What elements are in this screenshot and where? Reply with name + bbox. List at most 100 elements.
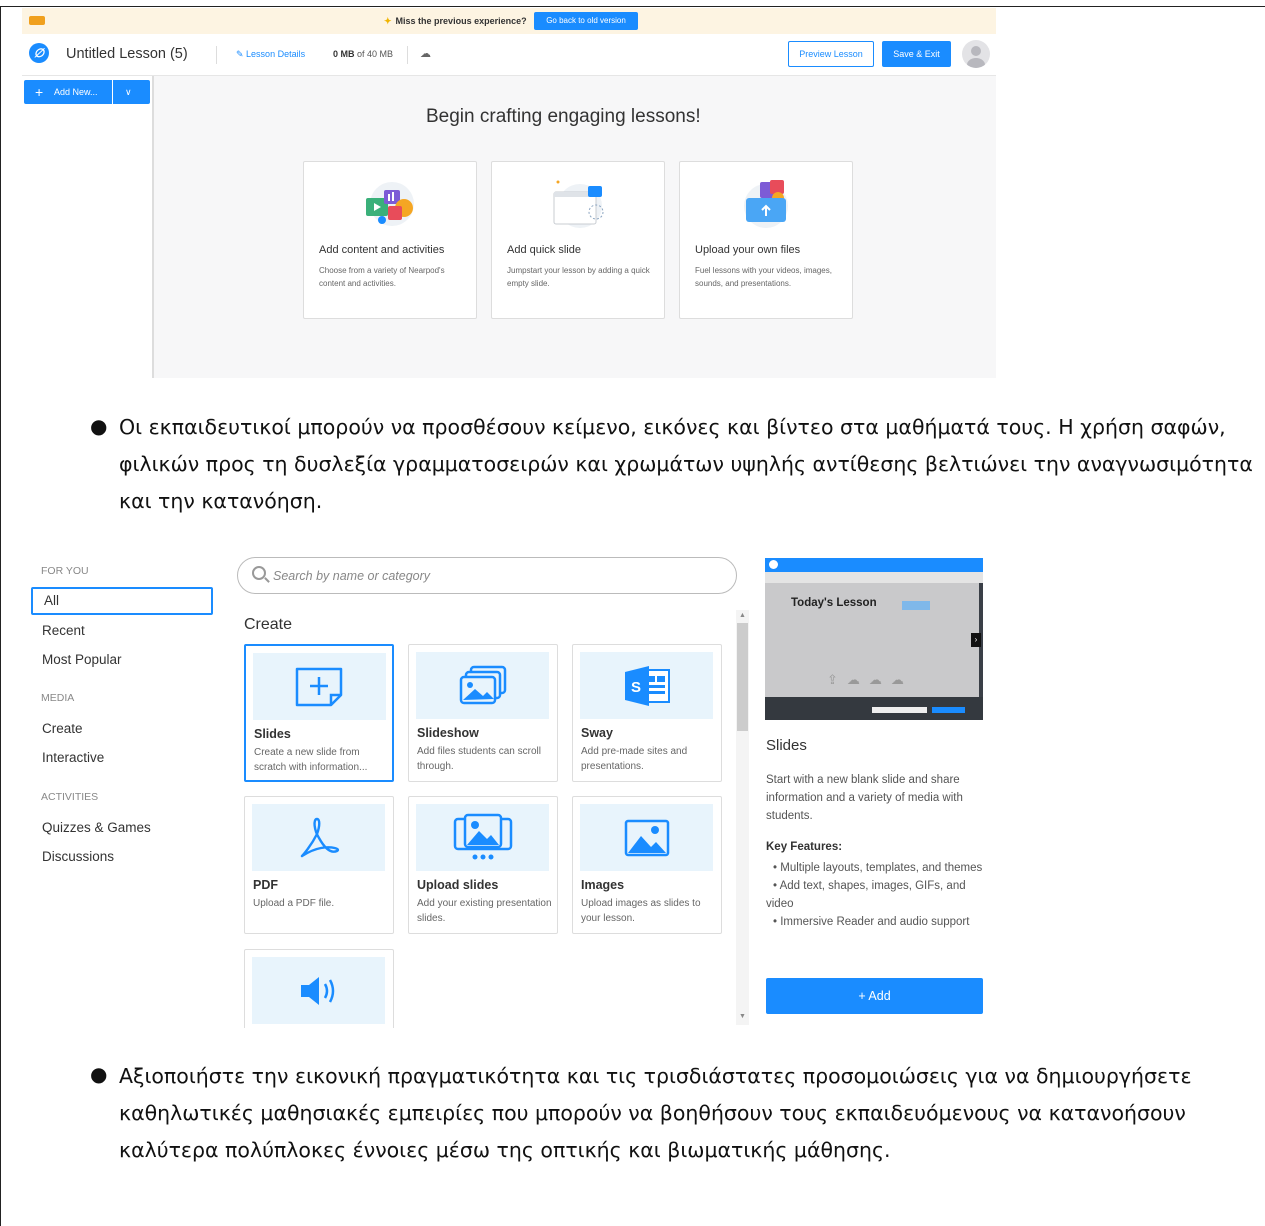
lesson-title[interactable]: Untitled Lesson (5) [66, 46, 188, 62]
tile-thumbnail [253, 653, 386, 720]
tile-title: PDF [253, 878, 278, 892]
preview-lesson-button[interactable]: Preview Lesson [788, 41, 874, 67]
preview-upload-icons: ⇪☁☁☁ [827, 672, 913, 687]
section-heading: Create [244, 616, 293, 633]
tile-title: Upload slides [417, 878, 499, 892]
key-features-list: Multiple layouts, templates, and themes … [766, 859, 986, 931]
preview-toolbar [765, 572, 983, 583]
for-you-heading: FOR YOU [41, 565, 89, 577]
beta-badge [29, 16, 45, 25]
tile-description: Create a new slide from scratch with inf… [254, 747, 368, 773]
scroll-up-arrow-icon[interactable]: ▲ [739, 612, 746, 619]
tile-title: Slides [254, 727, 291, 741]
search-input[interactable] [273, 566, 713, 586]
save-exit-button[interactable]: Save & Exit [882, 41, 951, 67]
add-content-card[interactable]: Add content and activities Choose from a… [303, 161, 477, 319]
card-description: Fuel lessons with your videos, images, s… [695, 266, 832, 288]
button-divider [112, 80, 113, 104]
tile-description: Upload a PDF file. [253, 898, 335, 909]
storage-usage: 0 MB of 40 MB [333, 49, 394, 59]
bullet-paragraph: Οι εκπαιδευτικοί μπορούν να προσθέσουν κ… [119, 415, 1253, 513]
tile-slides[interactable]: Slides Create a new slide from scratch w… [244, 644, 394, 782]
cloud-sync-icon: ☁ [420, 48, 431, 60]
tile-upload-slides[interactable]: Upload slides Add your existing presenta… [408, 796, 558, 934]
edit-icon: ✎ [236, 49, 247, 59]
tile-description: Add pre-made sites and presentations. [581, 746, 688, 772]
tile-thumbnail [416, 804, 549, 871]
tile-audio[interactable] [244, 949, 394, 1028]
card-description: Choose from a variety of Nearpod's conte… [319, 266, 445, 288]
tile-slideshow[interactable]: Slideshow Add files students can scroll … [408, 644, 558, 782]
card-title: Upload your own files [695, 244, 801, 256]
empty-state-heading: Begin crafting engaging lessons! [426, 106, 701, 127]
upload-slides-icon [453, 813, 512, 859]
svg-text:S: S [631, 679, 641, 696]
quick-slide-illustration [553, 180, 604, 228]
category-quizzes-games[interactable]: Quizzes & Games [42, 820, 151, 835]
tile-thumbnail [252, 957, 385, 1024]
scrollbar-thumb[interactable] [737, 623, 748, 731]
tile-title: Images [581, 878, 625, 892]
media-heading: MEDIA [41, 692, 75, 704]
category-discussions[interactable]: Discussions [42, 849, 114, 864]
key-features-heading: Key Features: [766, 841, 843, 853]
user-avatar[interactable] [962, 40, 990, 68]
lesson-details-link[interactable]: ✎ Lesson Details [236, 49, 305, 60]
category-interactive[interactable]: Interactive [42, 750, 104, 765]
scroll-down-arrow-icon[interactable]: ▼ [739, 1013, 746, 1020]
pdf-icon [300, 817, 339, 857]
upload-files-illustration [744, 180, 788, 228]
chevron-down-icon[interactable]: ∨ [125, 80, 132, 104]
detail-description: Start with a new blank slide and share i… [766, 774, 963, 822]
card-description: Jumpstart your lesson by adding a quick … [507, 266, 650, 288]
editor-topbar: ∅ Untitled Lesson (5) ✎ Lesson Details 0… [22, 34, 996, 76]
banner-message: ✦ Miss the previous experience? [384, 16, 527, 26]
feature-item: Add text, shapes, images, GIFs, and vide… [766, 877, 986, 913]
tile-title: Slideshow [417, 726, 479, 740]
feature-item: Multiple layouts, templates, and themes [766, 859, 986, 877]
tile-sway[interactable]: S Sway Add pre-made sites and presentati… [572, 644, 722, 782]
tile-pdf[interactable]: PDF Upload a PDF file. [244, 796, 394, 934]
preview-footer-button [872, 707, 927, 713]
slide-panel: + Add New... ∨ [22, 76, 154, 378]
search-bar [237, 557, 737, 594]
category-most-popular[interactable]: Most Popular [42, 652, 122, 667]
add-button[interactable]: + Add [766, 978, 983, 1014]
slideshow-icon [459, 665, 506, 704]
tile-images[interactable]: Images Upload images as slides to your l… [572, 796, 722, 934]
feature-item: Immersive Reader and audio support [766, 913, 986, 931]
detail-title: Slides [766, 737, 807, 754]
divider [407, 46, 408, 64]
tile-description: Add files students can scroll through. [417, 746, 541, 772]
activities-heading: ACTIVITIES [41, 791, 99, 803]
tile-description: Add your existing presentation slides. [417, 898, 552, 924]
bullet-marker: ● [90, 414, 108, 438]
nearpod-logo-icon: ∅ [29, 43, 49, 63]
bullet-paragraph: Αξιοποιήστε την εικονική πραγματικότητα … [119, 1064, 1192, 1162]
add-new-button[interactable]: + Add New... ∨ [24, 80, 150, 104]
preview-footer-button [932, 707, 965, 713]
bullet-marker: ● [90, 1062, 108, 1086]
upload-files-card[interactable]: Upload your own files Fuel lessons with … [679, 161, 853, 319]
sway-logo-icon: S [624, 665, 670, 706]
divider [216, 46, 217, 64]
card-title: Add content and activities [319, 244, 445, 256]
preview-next-arrow-icon: › [971, 633, 981, 647]
card-title: Add quick slide [507, 244, 581, 256]
old-version-button[interactable]: Go back to old version [534, 12, 638, 30]
search-icon [252, 566, 266, 580]
add-slide-icon [295, 667, 342, 706]
tile-thumbnail [252, 804, 385, 871]
tile-title: Sway [581, 726, 613, 740]
preview-logo-icon [769, 560, 778, 569]
slide-preview-image: Today's Lesson ⇪☁☁☁ › [765, 558, 983, 720]
preview-slide-title: Today's Lesson [791, 597, 877, 609]
content-activities-illustration [366, 182, 414, 226]
category-create[interactable]: Create [42, 721, 83, 736]
category-recent[interactable]: Recent [42, 623, 85, 638]
tile-thumbnail [580, 804, 713, 871]
plus-icon: + [35, 84, 44, 100]
add-quick-slide-card[interactable]: Add quick slide Jumpstart your lesson by… [491, 161, 665, 319]
category-all[interactable]: All [31, 587, 213, 615]
tile-thumbnail [416, 652, 549, 719]
